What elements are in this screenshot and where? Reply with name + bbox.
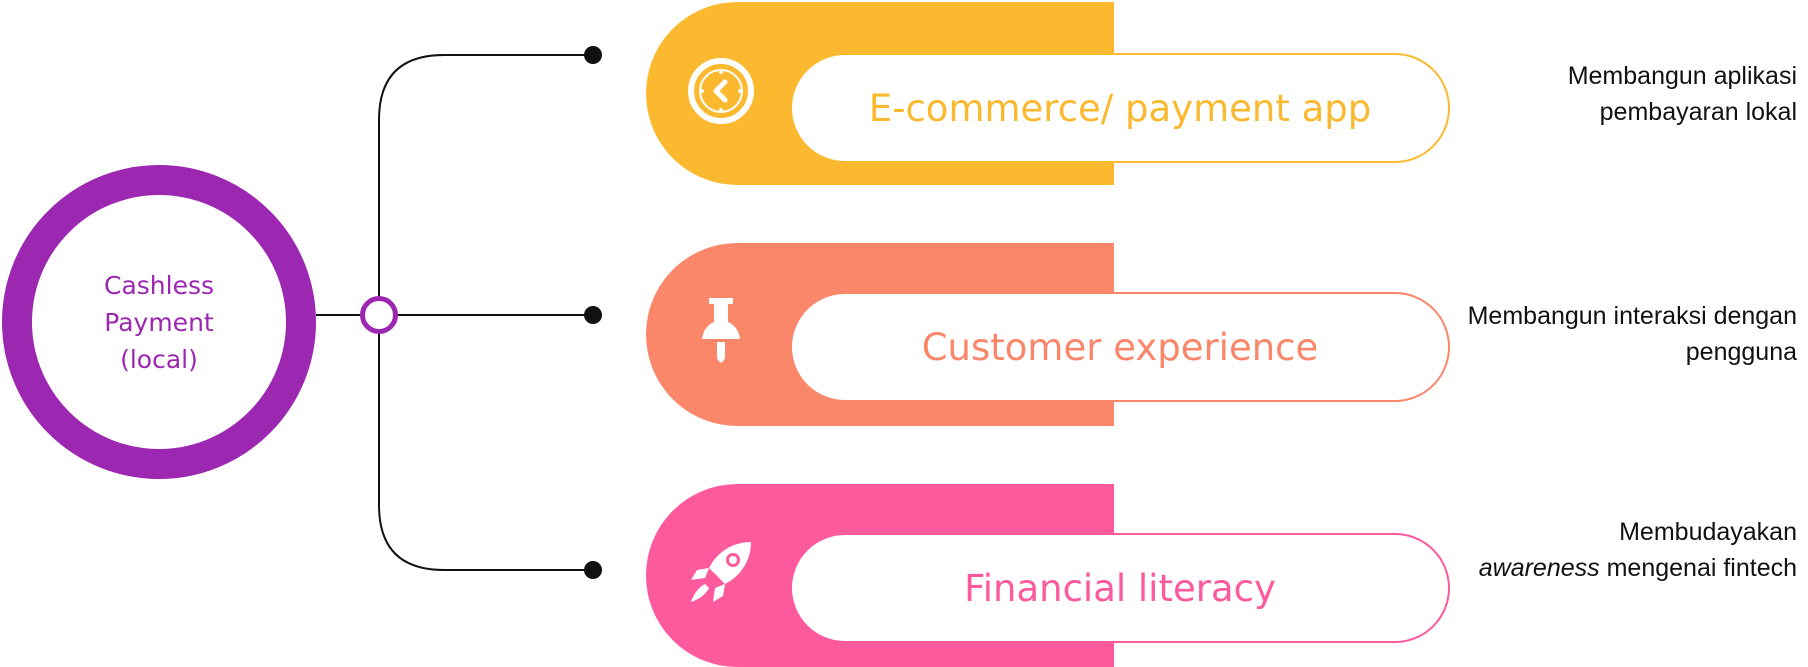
branch-label: E-commerce/ payment app [868, 86, 1372, 130]
description-emphasis: awareness [1478, 554, 1600, 582]
branch-label: Financial literacy [964, 566, 1276, 610]
hub-label: Cashless Payment (local) [103, 270, 215, 374]
connector-bottom [378, 315, 592, 571]
branch-label: Customer experience [921, 325, 1319, 369]
rocket-icon [683, 534, 759, 610]
branch-description: Membudayakan awareness mengenai fintech [1457, 514, 1797, 586]
pushpin-icon [683, 294, 759, 370]
description-text: mengenai fintech [1606, 554, 1797, 582]
hub-circle: Cashless Payment (local) [2, 165, 316, 479]
branch-description: Membangun aplikasi pembayaran lokal [1567, 62, 1797, 126]
branch-pill: Financial literacy [790, 533, 1450, 643]
clock-icon [683, 53, 759, 129]
description-text: Membudayakan [1619, 518, 1797, 546]
branch-endpoint-dot [584, 46, 602, 64]
connector-top [378, 54, 592, 315]
junction-node [360, 296, 398, 334]
branch-description: Membangun interaksi dengan pengguna [1467, 302, 1797, 366]
branch-endpoint-dot [584, 306, 602, 324]
branch-endpoint-dot [584, 561, 602, 579]
branch-pill: Customer experience [790, 292, 1450, 402]
branch-pill: E-commerce/ payment app [790, 53, 1450, 163]
